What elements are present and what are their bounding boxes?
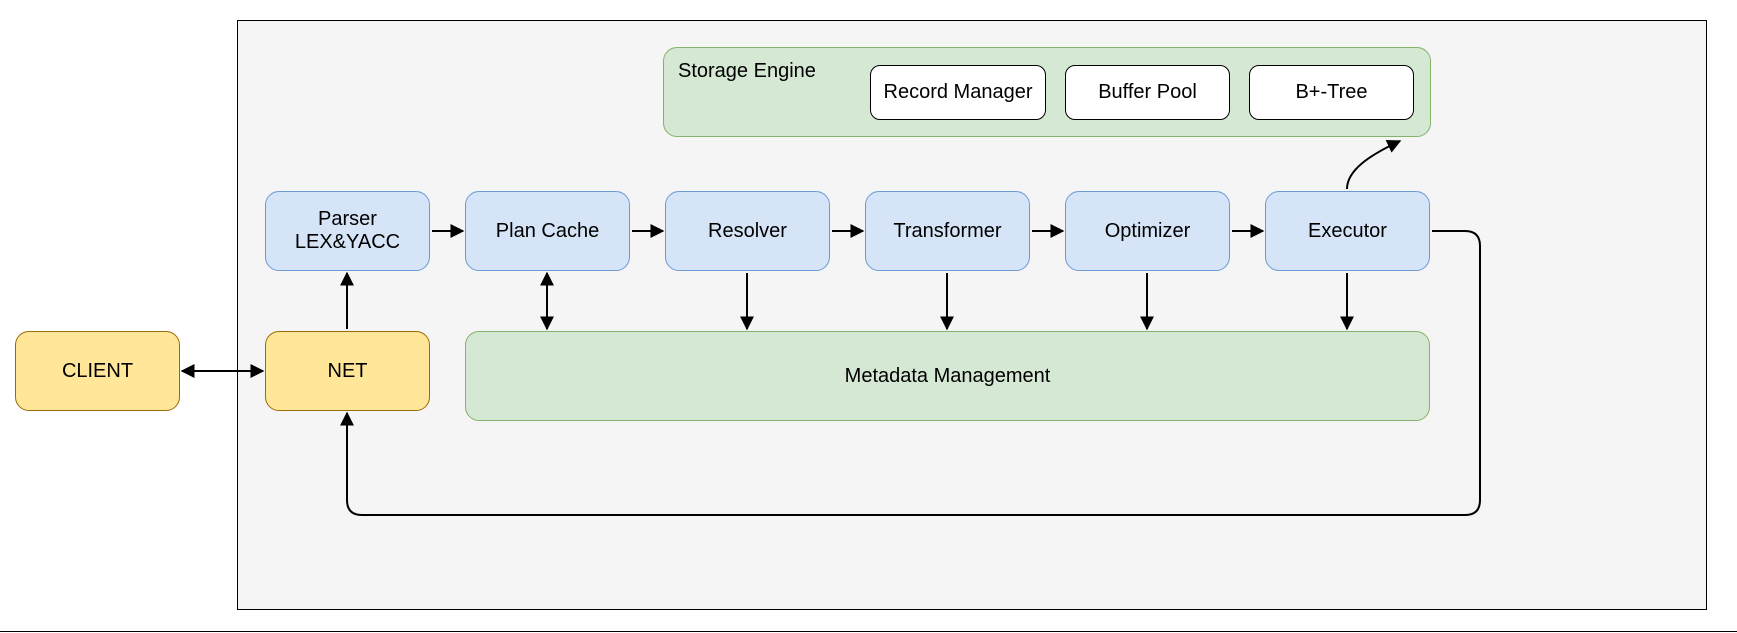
resolver-node: Resolver [665,191,830,271]
metadata-management-label: Metadata Management [845,365,1051,388]
buffer-pool-node: Buffer Pool [1065,65,1230,120]
buffer-pool-label: Buffer Pool [1098,81,1197,104]
parser-line2: LEX&YACC [295,231,400,254]
transformer-node: Transformer [865,191,1030,271]
bplus-tree-node: B+-Tree [1249,65,1414,120]
metadata-management-node: Metadata Management [465,331,1430,421]
transformer-label: Transformer [893,220,1001,243]
record-manager-node: Record Manager [870,65,1046,120]
executor-label: Executor [1308,220,1387,243]
optimizer-label: Optimizer [1105,220,1191,243]
optimizer-node: Optimizer [1065,191,1230,271]
executor-node: Executor [1265,191,1430,271]
parser-node: Parser LEX&YACC [265,191,430,271]
bottom-rule [0,631,1737,632]
parser-line1: Parser [318,208,377,231]
net-node: NET [265,331,430,411]
resolver-label: Resolver [708,220,787,243]
client-label: CLIENT [62,360,133,383]
plan-cache-node: Plan Cache [465,191,630,271]
net-label: NET [328,360,368,383]
plan-cache-label: Plan Cache [496,220,599,243]
record-manager-label: Record Manager [884,81,1033,104]
diagram-canvas: CLIENT NET Parser LEX&YACC Plan Cache Re… [0,0,1737,633]
storage-engine-label: Storage Engine [678,60,816,83]
bplus-tree-label: B+-Tree [1295,81,1367,104]
client-node: CLIENT [15,331,180,411]
